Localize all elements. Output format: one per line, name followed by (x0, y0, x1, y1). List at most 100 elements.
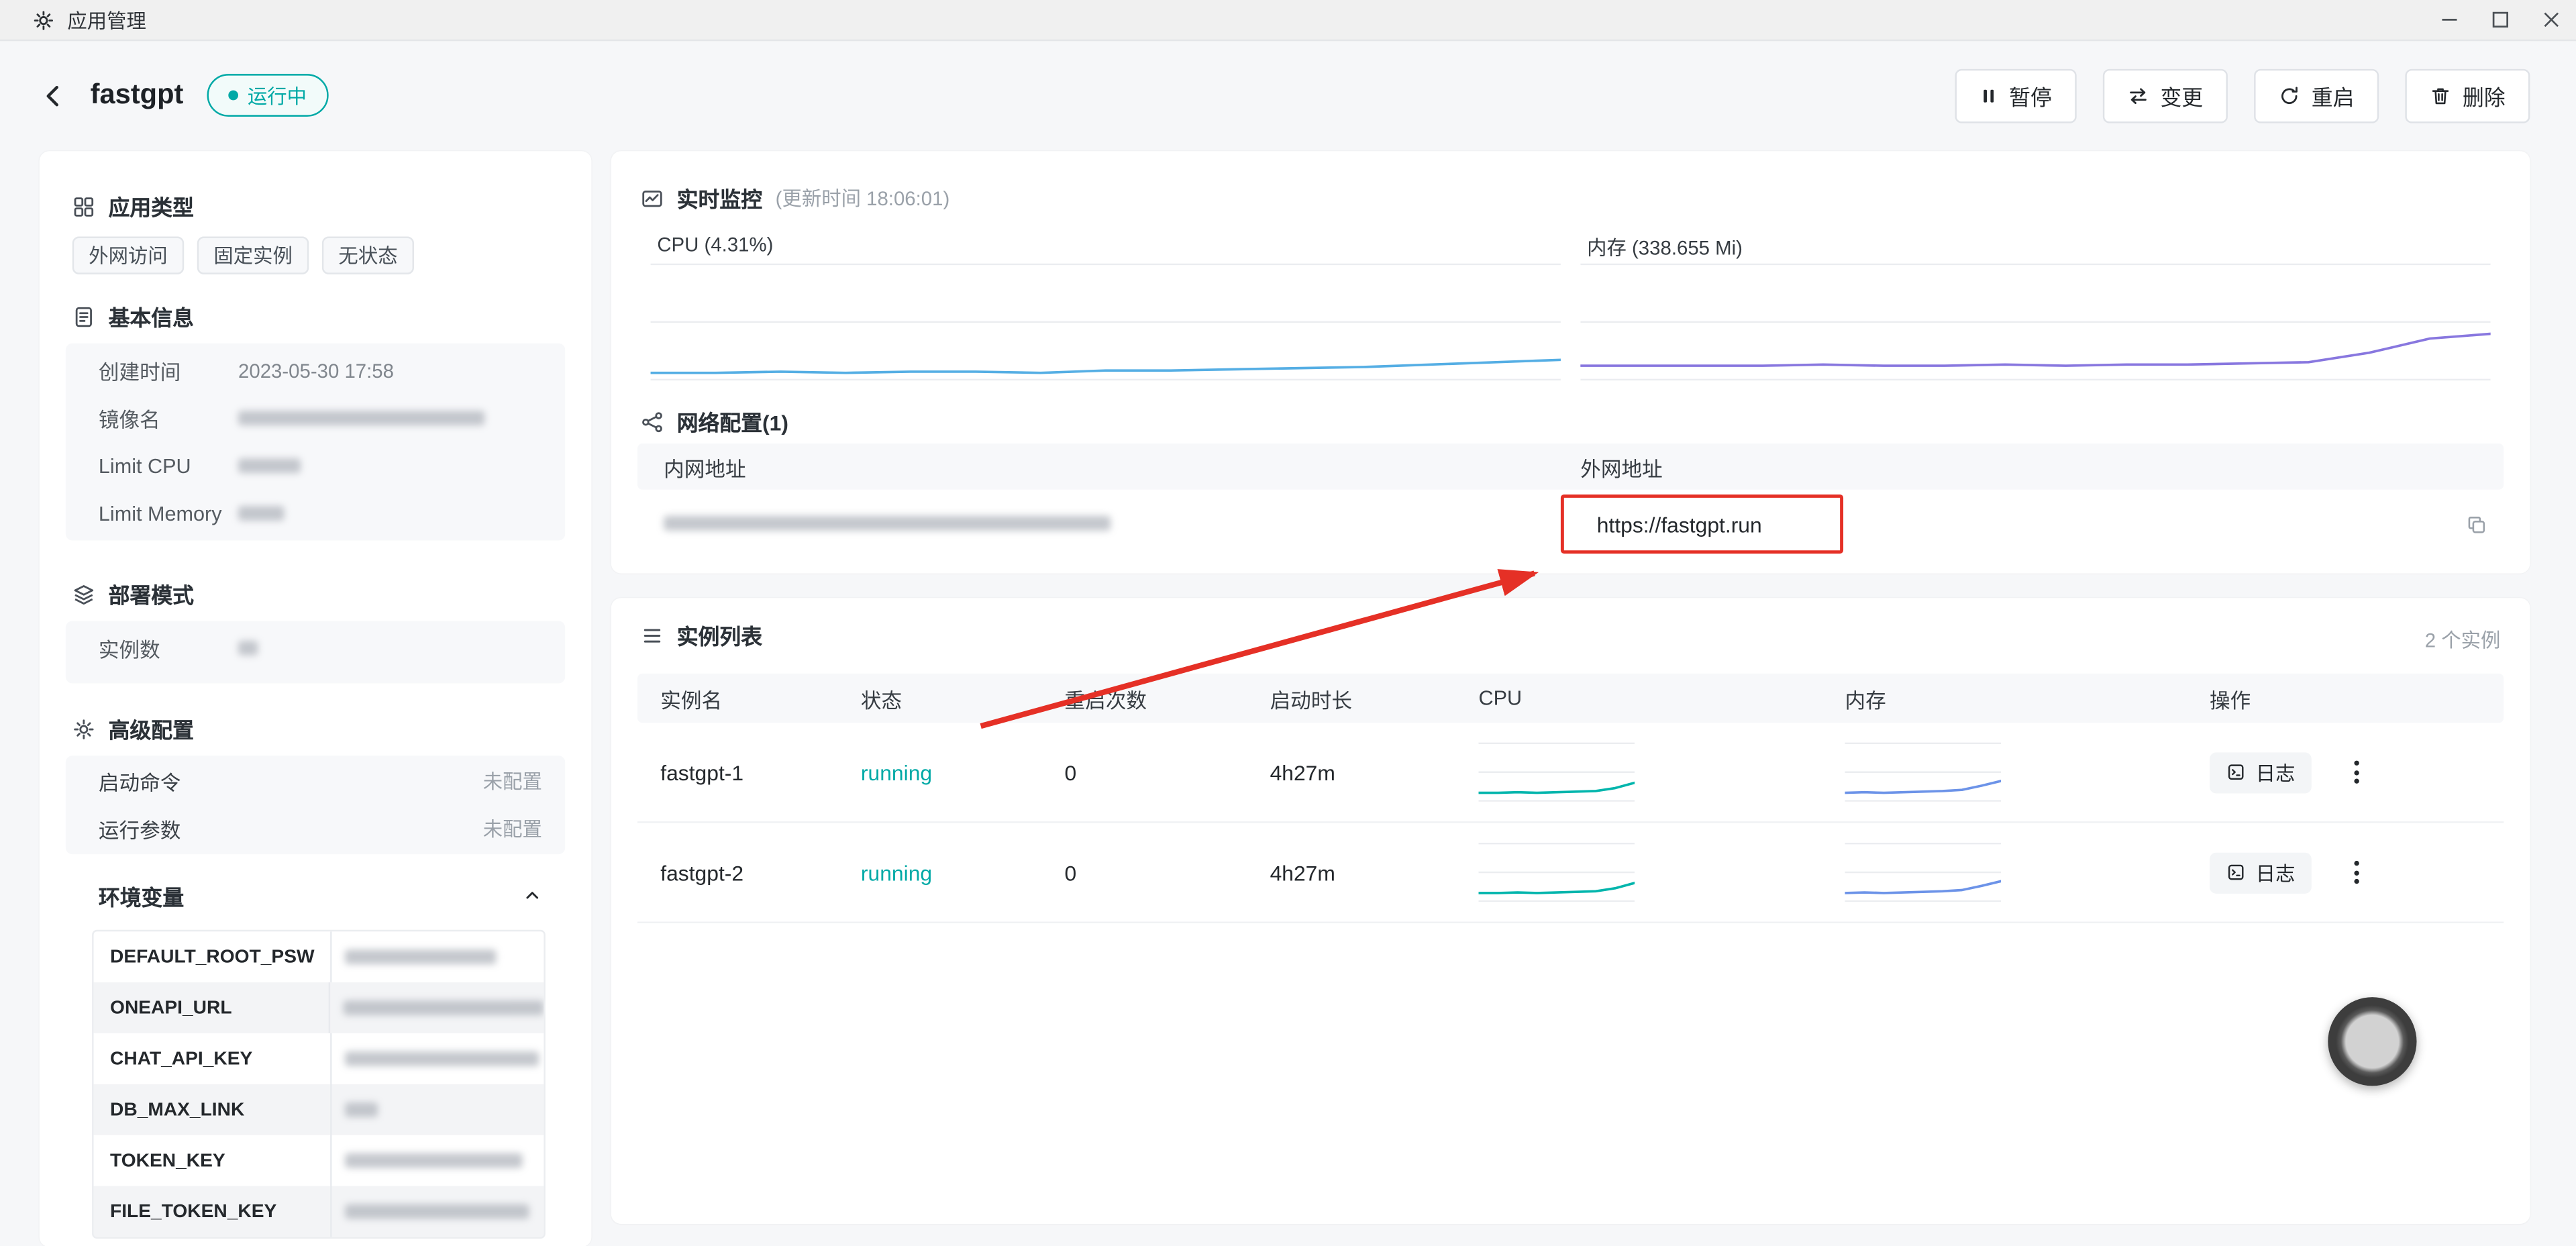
status-badge: 运行中 (207, 74, 328, 117)
redacted-value (238, 641, 258, 656)
info-row-image-name: 镜像名 (66, 395, 565, 442)
redacted-value (345, 949, 496, 964)
instance-memory-sparkline (1845, 743, 2001, 802)
info-label: Limit Memory (99, 502, 238, 525)
adv-row-start-command: 启动命令 未配置 (66, 758, 565, 805)
instance-status: running (861, 760, 1065, 784)
kebab-menu-icon[interactable] (2351, 858, 2363, 887)
info-row-instance-count: 实例数 (66, 624, 565, 672)
redacted-value (238, 411, 484, 425)
env-key: FILE_TOKEN_KEY (94, 1202, 331, 1221)
delete-button[interactable]: 删除 (2405, 68, 2530, 123)
sidebar: 应用类型 外网访问 固定实例 无状态 基本信息 创建时间 2023-05-30 … (40, 151, 592, 1246)
instance-name: fastgpt-2 (660, 860, 861, 885)
info-row-create-time: 创建时间 2023-05-30 17:58 (66, 347, 565, 395)
network-table: 内网地址 外网地址 https://fastgpt.run (637, 444, 2504, 558)
pause-button[interactable]: 暂停 (1955, 68, 2076, 123)
env-value (330, 1135, 544, 1186)
window-close-button[interactable] (2525, 0, 2576, 40)
info-label: 实例数 (99, 633, 238, 664)
col-header-status: 状态 (861, 682, 1065, 714)
instance-name: fastgpt-1 (660, 760, 861, 784)
instance-operations: 日志 (2210, 751, 2504, 792)
change-button[interactable]: 变更 (2103, 68, 2228, 123)
col-header-operations: 操作 (2210, 682, 2504, 714)
env-value (330, 931, 544, 982)
env-key: DB_MAX_LINK (94, 1100, 331, 1119)
change-arrows-icon (2127, 85, 2149, 106)
back-button[interactable] (40, 81, 68, 109)
cpu-chart-label: CPU (4.31%) (657, 233, 773, 256)
app-type-title: 应用类型 (109, 191, 194, 222)
adv-row-run-params: 运行参数 未配置 (66, 805, 565, 853)
redacted-value (664, 516, 1111, 531)
external-url[interactable]: https://fastgpt.run (1580, 512, 1761, 537)
log-button[interactable]: 日志 (2210, 751, 2312, 792)
instance-restarts: 0 (1065, 760, 1270, 784)
advanced-title: 高级配置 (109, 713, 194, 745)
instance-uptime: 4h27m (1270, 760, 1479, 784)
redacted-value (345, 1051, 539, 1066)
cpu-usage-chart (651, 263, 1561, 381)
copy-icon[interactable] (2466, 513, 2487, 535)
page-header: fastgpt 运行中 暂停 变更 (40, 66, 2530, 125)
env-key: TOKEN_KEY (94, 1151, 331, 1170)
app-type-tags: 外网访问 固定实例 无状态 (72, 237, 414, 274)
network-table-row: https://fastgpt.run (637, 490, 2504, 559)
window-minimize-button[interactable] (2423, 0, 2474, 40)
header-actions: 暂停 变更 重启 (1955, 68, 2530, 123)
env-value (329, 982, 544, 1033)
instances-title: 实例列表 (677, 619, 762, 651)
col-header-uptime: 启动时长 (1270, 682, 1479, 714)
status-badge-label: 运行中 (248, 81, 307, 109)
window-maximize-button[interactable] (2474, 0, 2525, 40)
mem-chart-label: 内存 (338.655 Mi) (1587, 233, 1743, 262)
col-header-external-address: 外网地址 (1580, 451, 1662, 482)
kebab-menu-icon[interactable] (2351, 758, 2363, 787)
change-button-label: 变更 (2160, 80, 2203, 111)
advanced-section-head: 高级配置 (72, 713, 194, 745)
env-row: TOKEN_KEY (94, 1135, 544, 1186)
instances-table: 实例名 状态 重启次数 启动时长 CPU 内存 操作 fastgpt-1 run… (637, 674, 2504, 923)
deploy-mode-section-head: 部署模式 (72, 578, 194, 610)
deploy-mode-title: 部署模式 (109, 578, 194, 610)
info-row-limit-cpu: Limit CPU (66, 442, 565, 490)
restart-icon (2279, 85, 2300, 106)
pause-icon (1979, 87, 1998, 105)
instances-card: 实例列表 2 个实例 实例名 状态 重启次数 启动时长 CPU 内存 操作 fa… (611, 598, 2530, 1224)
layers-icon (72, 582, 95, 605)
log-file-icon (2226, 762, 2246, 782)
network-head: 网络配置(1) (641, 406, 788, 437)
network-title: 网络配置(1) (677, 406, 788, 437)
instance-row: fastgpt-2 running 0 4h27m 日志 (637, 823, 2504, 923)
env-value (330, 1033, 544, 1084)
env-row: CHAT_API_KEY (94, 1033, 544, 1084)
env-value (330, 1084, 544, 1135)
col-header-memory: 内存 (1845, 682, 2210, 714)
restart-button[interactable]: 重启 (2254, 68, 2379, 123)
basic-info-title: 基本信息 (109, 301, 194, 332)
env-vars-table: DEFAULT_ROOT_PSW ONEAPI_URL CHAT_API_KEY… (92, 930, 546, 1239)
env-value (330, 1186, 544, 1237)
app-type-section-head: 应用类型 (72, 191, 194, 222)
internal-address-cell (637, 509, 1580, 539)
redacted-value (238, 458, 301, 473)
log-button[interactable]: 日志 (2210, 851, 2312, 892)
window-controls (2423, 0, 2576, 40)
status-dot-icon (228, 91, 238, 101)
col-header-cpu: CPU (1479, 686, 1845, 709)
document-icon (72, 305, 95, 327)
env-title: 环境变量 (99, 880, 184, 911)
tag-external-access: 外网访问 (72, 237, 185, 274)
gear-icon (72, 717, 95, 740)
env-key: ONEAPI_URL (94, 998, 329, 1017)
adv-label: 启动命令 (99, 766, 181, 797)
chevron-up-icon[interactable] (523, 886, 542, 905)
instance-memory-sparkline (1845, 843, 2001, 902)
redacted-value (345, 1204, 529, 1219)
delete-button-label: 删除 (2463, 80, 2506, 111)
adv-label: 运行参数 (99, 813, 181, 845)
env-row: DB_MAX_LINK (94, 1084, 544, 1135)
cursor-indicator (2328, 997, 2416, 1086)
instance-status: running (861, 860, 1065, 885)
